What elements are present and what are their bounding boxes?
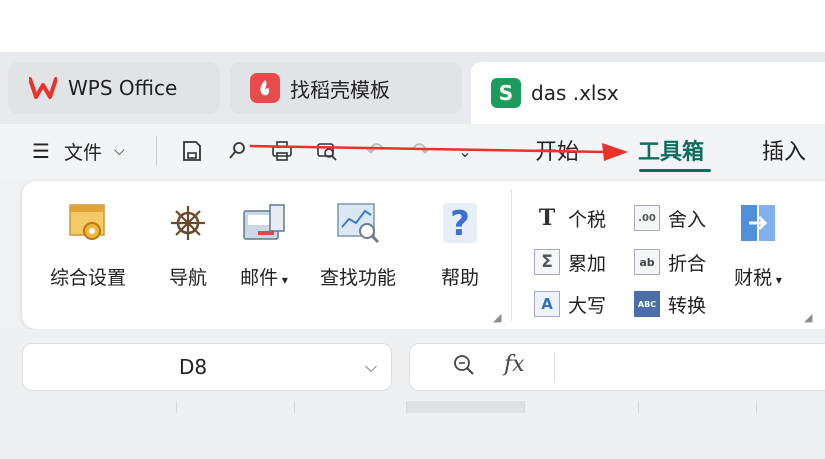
menu-icon: ☰ [32,139,50,163]
finance-book-icon [734,199,782,247]
tab-document[interactable]: S das .xlsx [471,62,825,124]
docer-logo-icon [250,73,280,103]
button-label: 财税 ▾ [734,267,782,289]
format-painter-icon[interactable] [220,134,254,168]
zoom-search-icon[interactable] [452,352,476,384]
navigation-button[interactable]: 导航 [164,199,212,290]
button-label: 折合 [668,252,707,275]
button-label: 综合设置 [50,267,127,289]
income-tax-button[interactable]: T 个税 [534,203,606,233]
button-label: 导航 [168,267,207,289]
redo-icon[interactable]: ↷ [404,134,438,168]
column-header-selected[interactable] [406,401,524,413]
chevron-down-icon: ⌵ [364,357,377,376]
formula-input[interactable]: fx [409,343,825,391]
help-button[interactable]: ? 帮助 [436,199,484,290]
transform-button[interactable]: ABC 转换 [634,289,706,319]
svg-text:?: ? [450,204,470,244]
button-label: 累加 [568,252,607,275]
convert-button[interactable]: ab 折合 [634,247,706,277]
group-launcher-icon[interactable]: ◢ [493,311,501,324]
undo-icon[interactable]: ↶ [358,134,392,168]
ship-wheel-icon [164,199,212,247]
save-icon[interactable] [175,134,209,168]
tab-home[interactable]: 开始 [535,134,579,166]
fx-icon[interactable]: fx [504,352,525,377]
accumulate-button[interactable]: Σ 累加 [534,247,606,277]
title-strip [0,0,825,52]
print-icon[interactable] [265,134,299,168]
abc-123-icon: ABC [634,291,660,317]
tab-label: WPS Office [68,76,178,100]
column-header[interactable] [524,401,638,413]
file-menu-label: 文件 [63,141,102,164]
tab-insert[interactable]: 插入 [762,134,806,166]
button-label: 转换 [668,294,707,317]
tab-toolbox[interactable]: 工具箱 [638,134,704,166]
ribbon-panel: 综合设置 导航 邮件 ▾ 查找功能 ? 帮助 ◢ T 个税 .00 舍入 Σ 累… [22,181,825,329]
button-label: 大写 [568,294,607,317]
button-label: 查找功能 [320,267,397,289]
divider [156,136,157,166]
dropdown-arrow-icon: ▾ [278,273,288,287]
tab-label: das .xlsx [531,81,619,105]
print-preview-icon[interactable] [310,134,344,168]
group-launcher-icon[interactable]: ◢ [804,311,812,324]
button-label: 帮助 [440,267,479,289]
column-header[interactable] [176,401,294,413]
convert-fold-icon: ab [634,249,660,275]
column-header[interactable] [638,401,756,413]
search-chart-icon [334,199,382,247]
tab-label: 找稻壳模板 [290,77,390,102]
group-divider [511,189,512,321]
finance-tax-button[interactable]: 财税 ▾ [734,199,782,290]
mail-computer-icon [240,199,288,247]
chevron-down-icon: ⌵ [113,143,125,159]
button-label: 邮件 ▾ [240,267,288,289]
divider [554,352,555,382]
settings-window-icon [64,199,112,247]
file-menu-button[interactable]: ☰ 文件 ⌵ [32,134,125,168]
tab-bar: WPS Office 找稻壳模板 S das .xlsx [0,52,825,124]
active-tab-indicator [639,169,711,172]
column-header[interactable] [294,401,406,413]
wps-window: WPS Office 找稻壳模板 S das .xlsx ☰ 文件 ⌵ ↶ ↷ … [0,0,825,459]
comprehensive-settings-button[interactable]: 综合设置 [50,199,126,290]
column-header-strip [0,401,825,413]
dropdown-arrow-icon: ▾ [772,273,782,287]
find-function-button[interactable]: 查找功能 [320,199,396,290]
sum-icon: Σ [534,249,560,275]
name-box[interactable]: D8 ⌵ [22,343,392,391]
cell-reference: D8 [178,355,208,379]
rounding-button[interactable]: .00 舍入 [634,203,706,233]
spreadsheet-logo-icon: S [491,78,521,108]
formula-bar-area: D8 ⌵ fx [0,329,825,459]
tab-template-store[interactable]: 找稻壳模板 [230,62,462,114]
wps-logo-icon [28,73,58,103]
tab-wps-office[interactable]: WPS Office [8,62,220,114]
column-header[interactable] [756,401,825,413]
uppercase-button[interactable]: A 大写 [534,289,606,319]
more-chevron-icon[interactable]: ⌄ [448,134,482,168]
button-label: 舍入 [668,208,707,231]
button-label: 个税 [568,208,607,231]
uppercase-icon: A [534,291,560,317]
mail-button[interactable]: 邮件 ▾ [240,199,288,290]
tax-t-icon: T [538,205,556,231]
question-icon: ? [436,199,484,247]
round-decimal-icon: .00 [634,205,660,231]
